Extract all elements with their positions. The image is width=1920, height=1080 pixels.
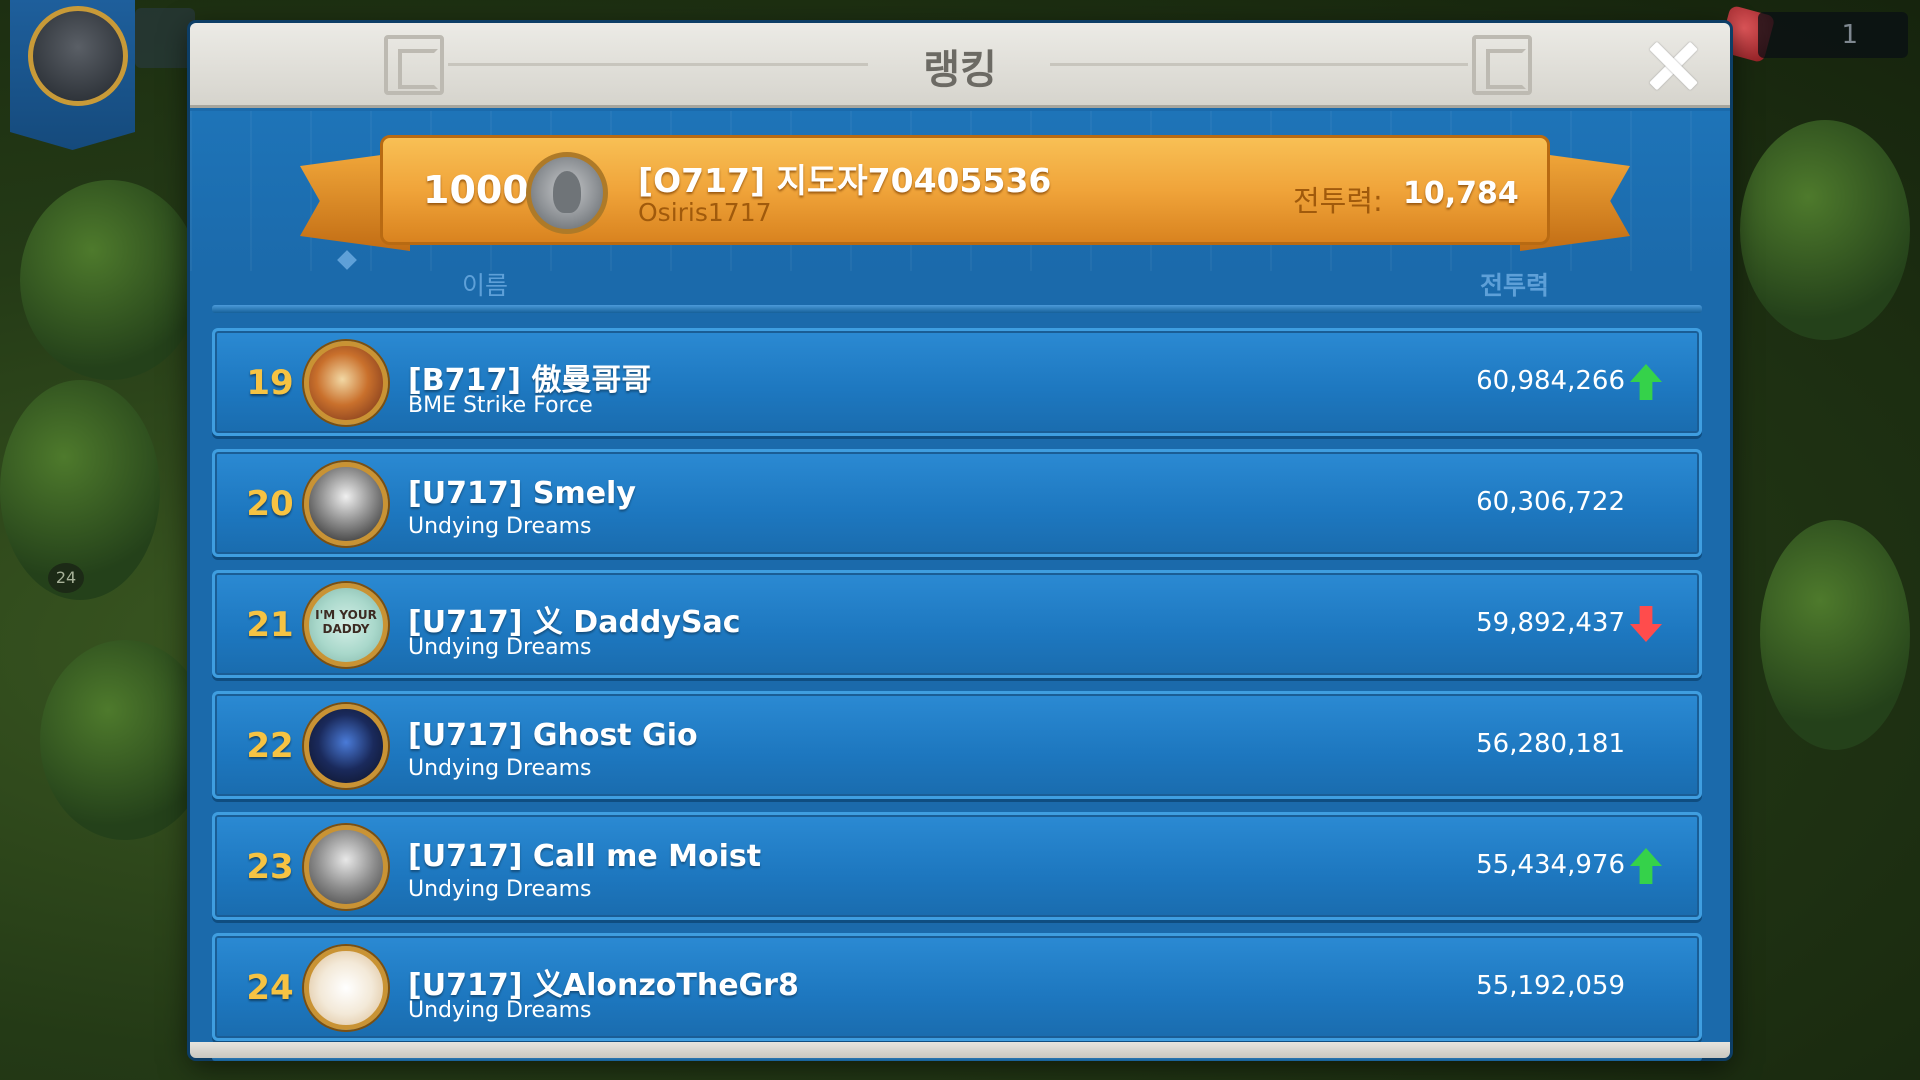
- table-row[interactable]: 20 [U717] Smely Undying Dreams 60,306,72…: [212, 449, 1702, 557]
- background-tree: [20, 180, 200, 380]
- resource-count: 1: [1841, 20, 1858, 50]
- power-value: 60,984,266: [1476, 366, 1625, 396]
- power-value: 55,434,976: [1476, 850, 1625, 880]
- ranking-list[interactable]: 19 [B717] 傲曼哥哥 BME Strike Force 60,984,2…: [212, 328, 1702, 1054]
- player-banner[interactable]: 1000+ [O717] 지도자70405536 Osiris1717 전투력:…: [380, 135, 1550, 245]
- commander-portrait-hud[interactable]: [10, 0, 135, 150]
- level-badge: 24: [48, 563, 84, 593]
- avatar: [304, 825, 388, 909]
- column-header-name: 이름: [462, 271, 509, 300]
- player-name: [O717] 지도자70405536: [638, 161, 1052, 200]
- player-power-value: 10,784: [1403, 176, 1519, 211]
- power-value: 56,280,181: [1476, 729, 1625, 759]
- player-alliance: Osiris1717: [638, 198, 772, 227]
- table-row[interactable]: 22 [U717] Ghost Gio Undying Dreams 56,28…: [212, 691, 1702, 799]
- modal-footer: [190, 1042, 1730, 1058]
- arrow-up-icon: [1630, 364, 1662, 400]
- avatar: [304, 462, 388, 546]
- avatar-text: I'M YOUR DADDY: [315, 608, 377, 636]
- background-tree: [0, 380, 160, 600]
- power-value: 55,192,059: [1476, 971, 1625, 1001]
- alliance-name: Undying Dreams: [408, 514, 592, 539]
- avatar: [28, 6, 128, 106]
- avatar: [304, 946, 388, 1030]
- player-name: [U717] Smely: [408, 476, 636, 511]
- player-name: [U717] Call me Moist: [408, 839, 762, 874]
- page-title: 랭킹: [923, 47, 997, 93]
- arrow-down-icon: [1630, 606, 1662, 642]
- background-tree: [1740, 120, 1910, 340]
- player-name: [U717] Ghost Gio: [408, 718, 698, 753]
- power-value: 59,892,437: [1476, 608, 1625, 638]
- player-avatar: [526, 152, 608, 234]
- table-row[interactable]: 23 [U717] Call me Moist Undying Dreams 5…: [212, 812, 1702, 920]
- table-row[interactable]: 21 I'M YOUR DADDY [U717] 义 DaddySac Undy…: [212, 570, 1702, 678]
- close-button[interactable]: [1646, 39, 1700, 93]
- column-header-power: 전투력: [1480, 271, 1550, 300]
- avatar: [304, 341, 388, 425]
- power-value: 60,306,722: [1476, 487, 1625, 517]
- alliance-name: Undying Dreams: [408, 998, 592, 1023]
- alliance-name: Undying Dreams: [408, 756, 592, 781]
- alliance-name: BME Strike Force: [408, 393, 593, 418]
- avatar: [304, 704, 388, 788]
- table-row[interactable]: 19 [B717] 傲曼哥哥 BME Strike Force 60,984,2…: [212, 328, 1702, 436]
- resource-counter[interactable]: 1: [1758, 12, 1908, 58]
- list-top-divider: [212, 305, 1702, 313]
- table-row[interactable]: 24 [U717] 义AlonzoTheGr8 Undying Dreams 5…: [212, 933, 1702, 1041]
- alliance-name: Undying Dreams: [408, 877, 592, 902]
- background-tree: [1760, 520, 1910, 750]
- arrow-up-icon: [1630, 848, 1662, 884]
- background-tree: [40, 640, 210, 840]
- ranking-modal: 랭킹 1000+ [O717] 지도자70405536 Osiris1717 전…: [190, 23, 1730, 1061]
- alliance-name: Undying Dreams: [408, 635, 592, 660]
- avatar: I'M YOUR DADDY: [304, 583, 388, 667]
- player-power-label: 전투력:: [1293, 184, 1383, 218]
- hud-button[interactable]: [135, 8, 195, 68]
- modal-header: 랭킹: [190, 23, 1730, 108]
